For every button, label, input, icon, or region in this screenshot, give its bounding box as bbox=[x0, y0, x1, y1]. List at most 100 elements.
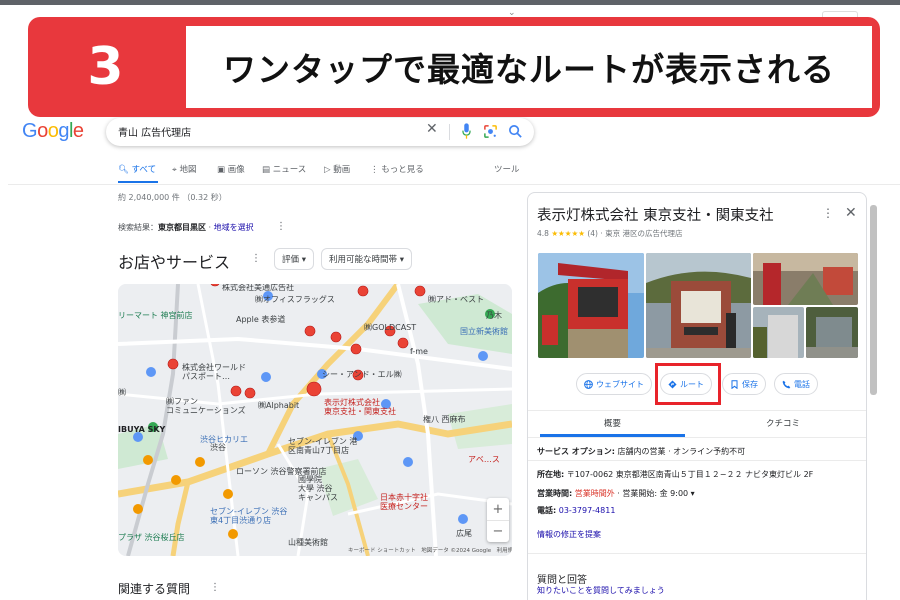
place-photo[interactable] bbox=[753, 253, 858, 305]
map-label: セブン-イレブン 渋谷 東4丁目渋通り店 bbox=[210, 507, 288, 525]
call-button-label: 電話 bbox=[794, 379, 810, 389]
place-photo[interactable] bbox=[646, 253, 751, 358]
phone-icon bbox=[782, 380, 791, 388]
tab-videos[interactable]: ▷ 動画 bbox=[324, 163, 350, 175]
place-rating-line: 4.8 ★★★★★ (4) · 東京 港区の広告代理店 bbox=[537, 228, 683, 239]
tab-reviews[interactable]: クチコミ bbox=[766, 417, 800, 429]
map-label: アベ…ス bbox=[468, 455, 500, 464]
map-label: Apple 表参道 bbox=[236, 315, 286, 324]
ask-question-link[interactable]: 知りたいことを質問してみましょう bbox=[537, 585, 665, 596]
place-category: · 東京 港区の広告代理店 bbox=[597, 229, 683, 238]
tab-maps-label: 地図 bbox=[179, 165, 197, 175]
map-label: 日本赤十字社 医療センター bbox=[380, 493, 428, 511]
related-more-icon[interactable]: ⋮ bbox=[210, 582, 220, 593]
rating-filter-chip[interactable]: 評価 ▾ bbox=[274, 248, 314, 270]
location-area: 東京都目黒区 bbox=[158, 223, 206, 232]
map-label: ㈱オフィスフラッグス bbox=[255, 295, 335, 304]
rating-value: 4.8 bbox=[537, 229, 549, 238]
review-count[interactable]: (4) bbox=[587, 229, 598, 238]
map-label: 国立新美術館 bbox=[460, 327, 508, 336]
map-label: 乃木 bbox=[486, 311, 502, 320]
phone-value[interactable]: 03-3797-4811 bbox=[556, 506, 616, 515]
clear-icon[interactable]: ✕ bbox=[426, 121, 438, 137]
address-row: 所在地: 〒107-0062 東京都港区南青山５丁目１２−２２ ナビタ東灯ビル … bbox=[537, 469, 813, 480]
map-label: IBUYA SKY bbox=[118, 425, 166, 434]
selected-place-label: 表示灯株式会社 東京支社・関東支社 bbox=[324, 398, 396, 416]
hours-open-time: · 営業開始: 金 9:00 ▾ bbox=[614, 489, 695, 498]
section-more-icon[interactable]: ⋮ bbox=[251, 253, 261, 264]
tabs-divider bbox=[8, 184, 900, 185]
map-label: ㈱ bbox=[118, 388, 126, 397]
panel-divider bbox=[528, 460, 866, 461]
map-label: 株式会社ワールド パスポート… bbox=[182, 363, 246, 381]
logo-letter: o bbox=[47, 120, 59, 142]
website-button-label: ウェブサイト bbox=[596, 379, 644, 389]
map-attribution[interactable]: キーボード ショートカット 地図データ ©2024 Google 利用規約 bbox=[348, 546, 512, 554]
tab-images[interactable]: ▣ 画像 bbox=[217, 163, 245, 175]
map-label: シー・アンド・エル㈱ bbox=[322, 370, 402, 379]
place-photo[interactable] bbox=[806, 307, 858, 358]
scrollbar[interactable] bbox=[870, 205, 877, 395]
hours-filter-chip[interactable]: 利用可能な時間帯 ▾ bbox=[321, 248, 412, 270]
map-label: ㈱アド・ベスト bbox=[428, 295, 485, 304]
place-title: 表示灯株式会社 東京支社・関東支社 bbox=[537, 208, 774, 224]
address-value[interactable]: 〒107-0062 東京都港区南青山５丁目１２−２２ ナビタ東灯ビル 2F bbox=[564, 470, 814, 479]
google-logo[interactable]: Google bbox=[22, 120, 84, 143]
map-label: プラザ 渋谷桜丘店 bbox=[118, 533, 185, 542]
suggest-edit-link[interactable]: 情報の修正を提案 bbox=[537, 530, 601, 539]
map[interactable]: 株式会社美通広告社 ㈱オフィスフラッグス ㈱アド・ベスト リーマート 神宮前店 … bbox=[118, 284, 512, 556]
tab-more-label: もっと見る bbox=[381, 165, 424, 175]
directions-highlight-box bbox=[655, 363, 721, 405]
place-photo[interactable] bbox=[538, 253, 644, 358]
step-banner: 3 ワンタップで最適なルートが表示される bbox=[28, 17, 880, 117]
tab-news-label: ニュース bbox=[272, 165, 307, 175]
tab-news[interactable]: ▤ ニュース bbox=[262, 163, 306, 175]
tab-more[interactable]: ⋮ もっと見る bbox=[370, 163, 424, 175]
tab-all-label: すべて bbox=[131, 165, 157, 175]
logo-letter: e bbox=[72, 120, 84, 142]
phone-row: 電話: 03-3797-4811 bbox=[537, 505, 615, 516]
panel-more-icon[interactable]: ⋮ bbox=[822, 206, 834, 220]
google-lens-icon[interactable] bbox=[483, 124, 498, 139]
choose-area-link[interactable]: 地域を選択 bbox=[214, 223, 254, 232]
more-options-icon[interactable]: ⋮ bbox=[276, 221, 286, 232]
qa-title: 質問と回答 bbox=[537, 575, 587, 586]
service-value: 店舗内の営業 · オンライン予約不可 bbox=[614, 447, 746, 456]
banner-text-box: ワンタップで最適なルートが表示される bbox=[186, 26, 872, 108]
panel-divider bbox=[528, 437, 866, 438]
map-label: f-me bbox=[410, 347, 428, 356]
hours-status: 営業時間外 bbox=[572, 489, 615, 498]
search-input[interactable]: 青山 広告代理店 bbox=[118, 124, 191, 139]
zoom-control: + − bbox=[487, 498, 509, 542]
phone-label: 電話: bbox=[537, 506, 557, 515]
zoom-in-button[interactable]: + bbox=[487, 498, 509, 520]
service-label: サービス オプション: bbox=[537, 447, 615, 456]
save-button-label: 保存 bbox=[742, 379, 758, 389]
suggest-edit-row: 情報の修正を提案 bbox=[537, 529, 601, 540]
website-button[interactable]: ウェブサイト bbox=[576, 373, 652, 395]
save-button[interactable]: 保存 bbox=[722, 373, 766, 395]
related-questions-title: 関連する質問 bbox=[118, 582, 191, 596]
location-line: 検索結果：東京都目黒区 · 地域を選択 bbox=[118, 222, 254, 233]
logo-letter: g bbox=[58, 120, 69, 142]
banner-headline: ワンタップで最適なルートが表示される bbox=[223, 50, 835, 89]
place-photo[interactable] bbox=[753, 307, 804, 358]
map-label: 山種美術館 bbox=[288, 538, 328, 547]
hours-row[interactable]: 営業時間: 営業時間外 · 営業開始: 金 9:00 ▾ bbox=[537, 488, 695, 499]
map-label: ㈱ファン コミュニケーションズ bbox=[166, 397, 246, 415]
microphone-icon[interactable] bbox=[462, 123, 471, 140]
tab-overview[interactable]: 概要 bbox=[604, 417, 621, 429]
search-icon[interactable] bbox=[508, 124, 523, 139]
map-label: 國學院 大學 渋谷 キャンパス bbox=[298, 475, 338, 502]
zoom-out-button[interactable]: − bbox=[487, 520, 509, 542]
call-button[interactable]: 電話 bbox=[774, 373, 818, 395]
location-prefix: 検索結果： bbox=[118, 223, 158, 232]
tools-button[interactable]: ツール bbox=[494, 163, 520, 175]
map-label: セブン-イレブン 港 区南青山7丁目店 bbox=[288, 437, 358, 455]
map-label: 広尾 bbox=[456, 529, 472, 538]
logo-letter: o bbox=[37, 120, 48, 142]
tab-maps[interactable]: ⌖ 地図 bbox=[172, 163, 197, 175]
tab-all[interactable]: 🔍︎ すべて bbox=[118, 163, 156, 175]
close-icon[interactable]: ✕ bbox=[845, 205, 857, 221]
globe-icon bbox=[584, 379, 593, 389]
